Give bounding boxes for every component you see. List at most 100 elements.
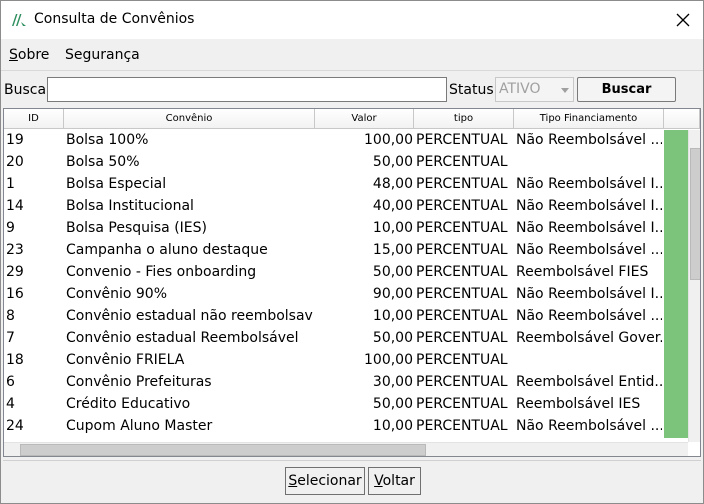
cell-status-indicator <box>664 218 688 240</box>
vertical-scrollbar[interactable] <box>688 130 700 442</box>
cell-id: 20 <box>6 154 24 170</box>
cell-valor: 100,00 <box>364 352 413 368</box>
cell-convenio: Convênio estadual não reembolsavel <box>66 308 313 324</box>
cell-convenio: Convênio Prefeituras <box>66 374 212 390</box>
status-select[interactable]: ATIVO <box>495 77 574 102</box>
cell-tipo: PERCENTUAL <box>416 396 508 412</box>
close-icon <box>676 13 690 27</box>
cell-valor: 10,00 <box>372 418 413 434</box>
cell-tipo-financiamento: Não Reembolsável ... <box>516 308 662 324</box>
cell-tipo: PERCENTUAL <box>416 198 508 214</box>
buscar-button[interactable]: Buscar <box>577 77 676 102</box>
cell-tipo: PERCENTUAL <box>416 264 508 280</box>
cell-valor: 50,00 <box>372 330 413 346</box>
column-header-valor[interactable]: Valor <box>315 109 414 129</box>
column-header-status[interactable] <box>664 109 700 129</box>
cell-status-indicator <box>664 328 688 350</box>
table-row[interactable]: 29 Convenio - Fies onboarding 50,00 PERCENT… <box>4 262 688 284</box>
cell-convenio: Bolsa 50% <box>66 154 140 170</box>
menu-sobre-label: obre <box>17 47 50 63</box>
cell-tipo-financiamento: Não Reembolsável I... <box>516 198 662 214</box>
menu-seguranca[interactable]: Segurança <box>65 47 140 63</box>
cell-id: 9 <box>6 220 15 236</box>
selecionar-mnemonic: S <box>288 473 298 489</box>
menu-sobre[interactable]: Sobre <box>9 47 49 63</box>
chevron-down-icon <box>561 88 569 93</box>
cell-convenio: Bolsa Institucional <box>66 198 194 214</box>
cell-tipo-financiamento: Reembolsável IES <box>516 396 641 412</box>
cell-tipo: PERCENTUAL <box>416 176 508 192</box>
cell-status-indicator <box>664 174 688 196</box>
menu-seguranca-label: Segurança <box>65 47 140 63</box>
table-row[interactable]: 8 Convênio estadual não reembolsavel 10,00… <box>4 306 688 328</box>
cell-status-indicator <box>664 372 688 394</box>
cell-status-indicator <box>664 416 688 438</box>
cell-convenio: Convenio - Fies onboarding <box>66 264 257 280</box>
cell-tipo: PERCENTUAL <box>416 242 508 258</box>
cell-id: 1 <box>6 176 15 192</box>
table-row[interactable]: 19 Bolsa 100% 100,00 PERCENTUAL Não Reembols… <box>4 130 688 152</box>
column-header-convenio[interactable]: Convênio <box>64 109 315 129</box>
vertical-scroll-thumb[interactable] <box>690 148 700 280</box>
cell-tipo-financiamento: Reembolsável Gover... <box>516 330 662 346</box>
column-header-id[interactable]: ID <box>4 109 64 129</box>
horizontal-scroll-thumb[interactable] <box>20 444 426 456</box>
cell-valor: 48,00 <box>372 176 413 192</box>
status-value: ATIVO <box>499 81 541 97</box>
table-row[interactable]: 6 Convênio Prefeituras 30,00 PERCENTUAL Reem… <box>4 372 688 394</box>
table-row[interactable]: 7 Convênio estadual Reembolsável 50,00 PERC… <box>4 328 688 350</box>
cell-tipo-financiamento: Reembolsável FIES <box>516 264 649 280</box>
table-row[interactable]: 20 Bolsa 50% 50,00 PERCENTUAL <box>4 152 688 174</box>
cell-convenio: Crédito Educativo <box>66 396 191 412</box>
footer: Selecionar Voltar <box>3 460 701 502</box>
selecionar-button[interactable]: Selecionar <box>285 467 365 495</box>
cell-valor: 10,00 <box>372 220 413 236</box>
window: Consulta de Convênios Sobre Segurança Bu… <box>0 0 704 504</box>
cell-tipo: PERCENTUAL <box>416 330 508 346</box>
table-row[interactable]: 9 Bolsa Pesquisa (IES) 10,00 PERCENTUAL Não … <box>4 218 688 240</box>
cell-tipo: PERCENTUAL <box>416 154 508 170</box>
cell-status-indicator <box>664 152 688 174</box>
window-title: Consulta de Convênios <box>34 11 195 27</box>
status-label: Status: <box>449 82 499 98</box>
cell-tipo-financiamento: Não Reembolsável ... <box>516 418 662 434</box>
table-row[interactable]: 24 Cupom Aluno Master 10,00 PERCENTUAL Não R… <box>4 416 688 438</box>
cell-valor: 50,00 <box>372 154 413 170</box>
column-header-tipo-financiamento[interactable]: Tipo Financiamento <box>514 109 664 129</box>
cell-status-indicator <box>664 130 688 152</box>
table-row[interactable]: 4 Crédito Educativo 50,00 PERCENTUAL Reembol… <box>4 394 688 416</box>
voltar-button[interactable]: Voltar <box>368 467 421 495</box>
cell-status-indicator <box>664 284 688 306</box>
table-row[interactable]: 14 Bolsa Institucional 40,00 PERCENTUAL Não … <box>4 196 688 218</box>
voltar-label: oltar <box>382 473 415 489</box>
cell-tipo: PERCENTUAL <box>416 352 508 368</box>
busca-input[interactable] <box>47 77 447 102</box>
column-header-tipo[interactable]: tipo <box>414 109 514 129</box>
cell-status-indicator <box>664 262 688 284</box>
cell-tipo: PERCENTUAL <box>416 286 508 302</box>
cell-tipo-financiamento <box>516 350 662 372</box>
horizontal-scrollbar[interactable] <box>4 442 688 456</box>
cell-id: 18 <box>6 352 24 368</box>
cell-tipo-financiamento: Não Reembolsável I... <box>516 220 662 236</box>
cell-status-indicator <box>664 196 688 218</box>
menu-sobre-mnemonic: S <box>9 47 18 63</box>
table-row[interactable]: 1 Bolsa Especial 48,00 PERCENTUAL Não Reembo… <box>4 174 688 196</box>
cell-valor: 90,00 <box>372 286 413 302</box>
busca-label: Busca: <box>4 82 51 98</box>
convenios-table: ID Convênio Valor tipo Tipo Financiament… <box>3 108 701 457</box>
table-row[interactable]: 23 Campanha o aluno destaque 15,00 PERCENTU… <box>4 240 688 262</box>
table-row[interactable]: 18 Convênio FRIELA 100,00 PERCENTUAL <box>4 350 688 372</box>
cell-status-indicator <box>664 240 688 262</box>
cell-id: 24 <box>6 418 24 434</box>
cell-convenio: Cupom Aluno Master <box>66 418 213 434</box>
menu-bar: Sobre Segurança <box>1 39 703 71</box>
cell-id: 4 <box>6 396 15 412</box>
cell-valor: 10,00 <box>372 308 413 324</box>
cell-tipo-financiamento: Não Reembolsável I... <box>516 176 662 192</box>
table-row[interactable]: 16 Convênio 90% 90,00 PERCENTUAL Não Reembol… <box>4 284 688 306</box>
close-button[interactable] <box>665 7 701 33</box>
cell-valor: 50,00 <box>372 264 413 280</box>
cell-tipo: PERCENTUAL <box>416 374 508 390</box>
cell-id: 29 <box>6 264 24 280</box>
